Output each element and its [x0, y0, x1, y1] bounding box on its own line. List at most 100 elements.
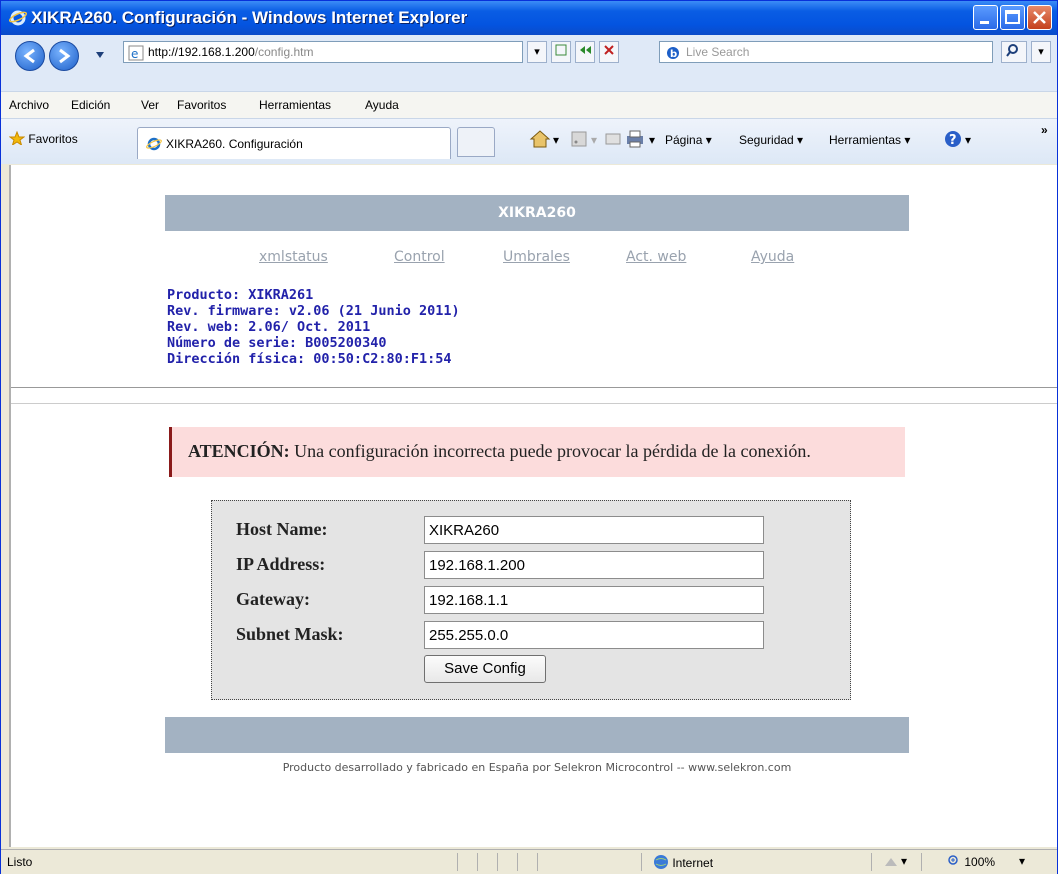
nav-ayuda[interactable]: Ayuda: [751, 249, 794, 265]
menu-ver[interactable]: Ver: [141, 98, 159, 112]
mail-icon[interactable]: [605, 131, 621, 147]
protected-mode-dropdown[interactable]: ▾: [901, 854, 907, 868]
menu-edicion[interactable]: Edición: [71, 98, 110, 112]
stop-button[interactable]: [599, 41, 619, 63]
forward-button[interactable]: [49, 41, 79, 71]
address-toolbar: e http://192.168.1.200/config.htm ▾ b Li…: [1, 35, 1057, 91]
save-config-button[interactable]: Save Config: [424, 655, 546, 683]
status-divider: [477, 853, 478, 871]
stop-icon: [604, 45, 614, 55]
status-divider: [871, 853, 872, 871]
svg-text:e: e: [131, 47, 138, 61]
maximize-icon: [1005, 10, 1020, 24]
live-search-icon: b: [667, 47, 679, 60]
search-button[interactable]: [1001, 41, 1027, 63]
security-menu-button[interactable]: Seguridad ▾: [739, 133, 803, 147]
security-menu-label: Seguridad: [739, 133, 794, 147]
title-bar: XIKRA260. Configuración - Windows Intern…: [1, 1, 1057, 35]
home-dropdown[interactable]: ▾: [553, 133, 559, 147]
compatibility-icon: [555, 44, 567, 56]
zone-label: Internet: [672, 856, 714, 870]
subnet-mask-input[interactable]: [424, 621, 764, 649]
address-url: http://192.168.1.200/config.htm: [148, 45, 314, 59]
refresh-button[interactable]: [575, 41, 595, 63]
help-dropdown[interactable]: ▾: [965, 133, 971, 147]
back-button[interactable]: [15, 41, 45, 71]
history-dropdown-icon[interactable]: [95, 51, 105, 59]
close-button[interactable]: [1027, 5, 1052, 30]
warning-alert: ATENCIÓN: Una configuración incorrecta p…: [169, 427, 905, 477]
back-arrow-icon: [23, 48, 35, 64]
info-firmware: Rev. firmware: v2.06 (21 Junio 2011): [167, 303, 460, 319]
page-content: XIKRA260 xmlstatus Control Umbrales Act.…: [9, 165, 1057, 847]
print-icon[interactable]: [625, 129, 645, 149]
menu-favoritos[interactable]: Favoritos: [177, 98, 226, 112]
network-config-form: Host Name: IP Address: Gateway: Subnet M…: [211, 500, 851, 700]
page-icon: e: [128, 45, 144, 61]
ie-tab-icon: [146, 137, 162, 151]
tabs-bar: Favoritos XIKRA260. Configuración ▾ ▾ ▾ …: [1, 118, 1057, 164]
help-icon[interactable]: ?: [943, 129, 963, 149]
status-bar: Listo Internet ▾ 100% ▾: [1, 849, 1057, 874]
page-menu-button[interactable]: Página ▾: [665, 133, 712, 147]
host-name-input[interactable]: [424, 516, 764, 544]
footer-text: Producto desarrollado y fabricado en Esp…: [282, 761, 792, 774]
rss-feed-icon[interactable]: [571, 131, 587, 147]
zoom-dropdown[interactable]: ▾: [1019, 854, 1025, 868]
svg-text:?: ?: [949, 133, 957, 148]
maximize-button[interactable]: [1000, 5, 1025, 30]
refresh-icon: [580, 46, 591, 54]
search-options-button[interactable]: ▾: [1031, 41, 1051, 63]
status-divider: [537, 853, 538, 871]
protected-mode-icon[interactable]: [883, 854, 899, 870]
ie-logo-icon: [9, 10, 27, 26]
tools-menu-button[interactable]: Herramientas ▾: [829, 133, 910, 147]
zoom-level[interactable]: 100%: [947, 854, 995, 869]
favorites-label: Favoritos: [28, 132, 78, 146]
nav-xmlstatus[interactable]: xmlstatus: [259, 249, 328, 265]
address-dropdown-button[interactable]: ▾: [527, 41, 547, 63]
ip-address-label: IP Address:: [236, 554, 326, 574]
rss-dropdown[interactable]: ▾: [591, 133, 597, 147]
home-icon[interactable]: [529, 129, 551, 149]
page-footer-band: [165, 717, 909, 753]
nav-act-web[interactable]: Act. web: [626, 249, 686, 265]
address-bar[interactable]: e http://192.168.1.200/config.htm: [123, 41, 523, 63]
search-icon: [1006, 44, 1018, 57]
menu-herramientas[interactable]: Herramientas: [259, 98, 331, 112]
gateway-label: Gateway:: [236, 589, 310, 609]
print-dropdown[interactable]: ▾: [649, 133, 655, 147]
status-divider: [921, 853, 922, 871]
device-info: Producto: XIKRA261 Rev. firmware: v2.06 …: [167, 287, 460, 367]
search-input[interactable]: b Live Search: [659, 41, 993, 63]
page-header: XIKRA260: [165, 195, 909, 231]
minimize-button[interactable]: [973, 5, 998, 30]
page-nav: xmlstatus Control Umbrales Act. web Ayud…: [165, 249, 909, 271]
favorites-button[interactable]: Favoritos: [8, 130, 78, 147]
nav-umbrales[interactable]: Umbrales: [503, 249, 570, 265]
tab-xikra260-config[interactable]: XIKRA260. Configuración: [137, 127, 451, 159]
new-tab-button[interactable]: [457, 127, 495, 157]
browser-window: XIKRA260. Configuración - Windows Intern…: [0, 0, 1058, 874]
chevron-more-icon[interactable]: »: [1041, 123, 1048, 137]
security-zone[interactable]: Internet: [653, 854, 713, 870]
tab-title: XIKRA260. Configuración: [166, 137, 303, 151]
divider: [11, 403, 1057, 404]
info-web-revision: Rev. web: 2.06/ Oct. 2011: [167, 319, 371, 335]
zoom-label: 100%: [964, 855, 996, 869]
status-divider: [457, 853, 458, 871]
compatibility-button[interactable]: [551, 41, 571, 63]
alert-title: ATENCIÓN:: [188, 441, 290, 461]
status-text: Listo: [7, 855, 33, 869]
nav-control[interactable]: Control: [394, 249, 445, 265]
menu-ayuda[interactable]: Ayuda: [365, 98, 399, 112]
gateway-input[interactable]: [424, 586, 764, 614]
ip-address-input[interactable]: [424, 551, 764, 579]
host-name-label: Host Name:: [236, 519, 328, 539]
info-serial: Número de serie: B005200340: [167, 335, 387, 351]
close-icon: [1033, 11, 1046, 24]
alert-message: ATENCIÓN: Una configuración incorrecta p…: [188, 441, 811, 462]
minimize-icon: [980, 21, 989, 24]
menu-archivo[interactable]: Archivo: [9, 98, 49, 112]
status-divider: [497, 853, 498, 871]
